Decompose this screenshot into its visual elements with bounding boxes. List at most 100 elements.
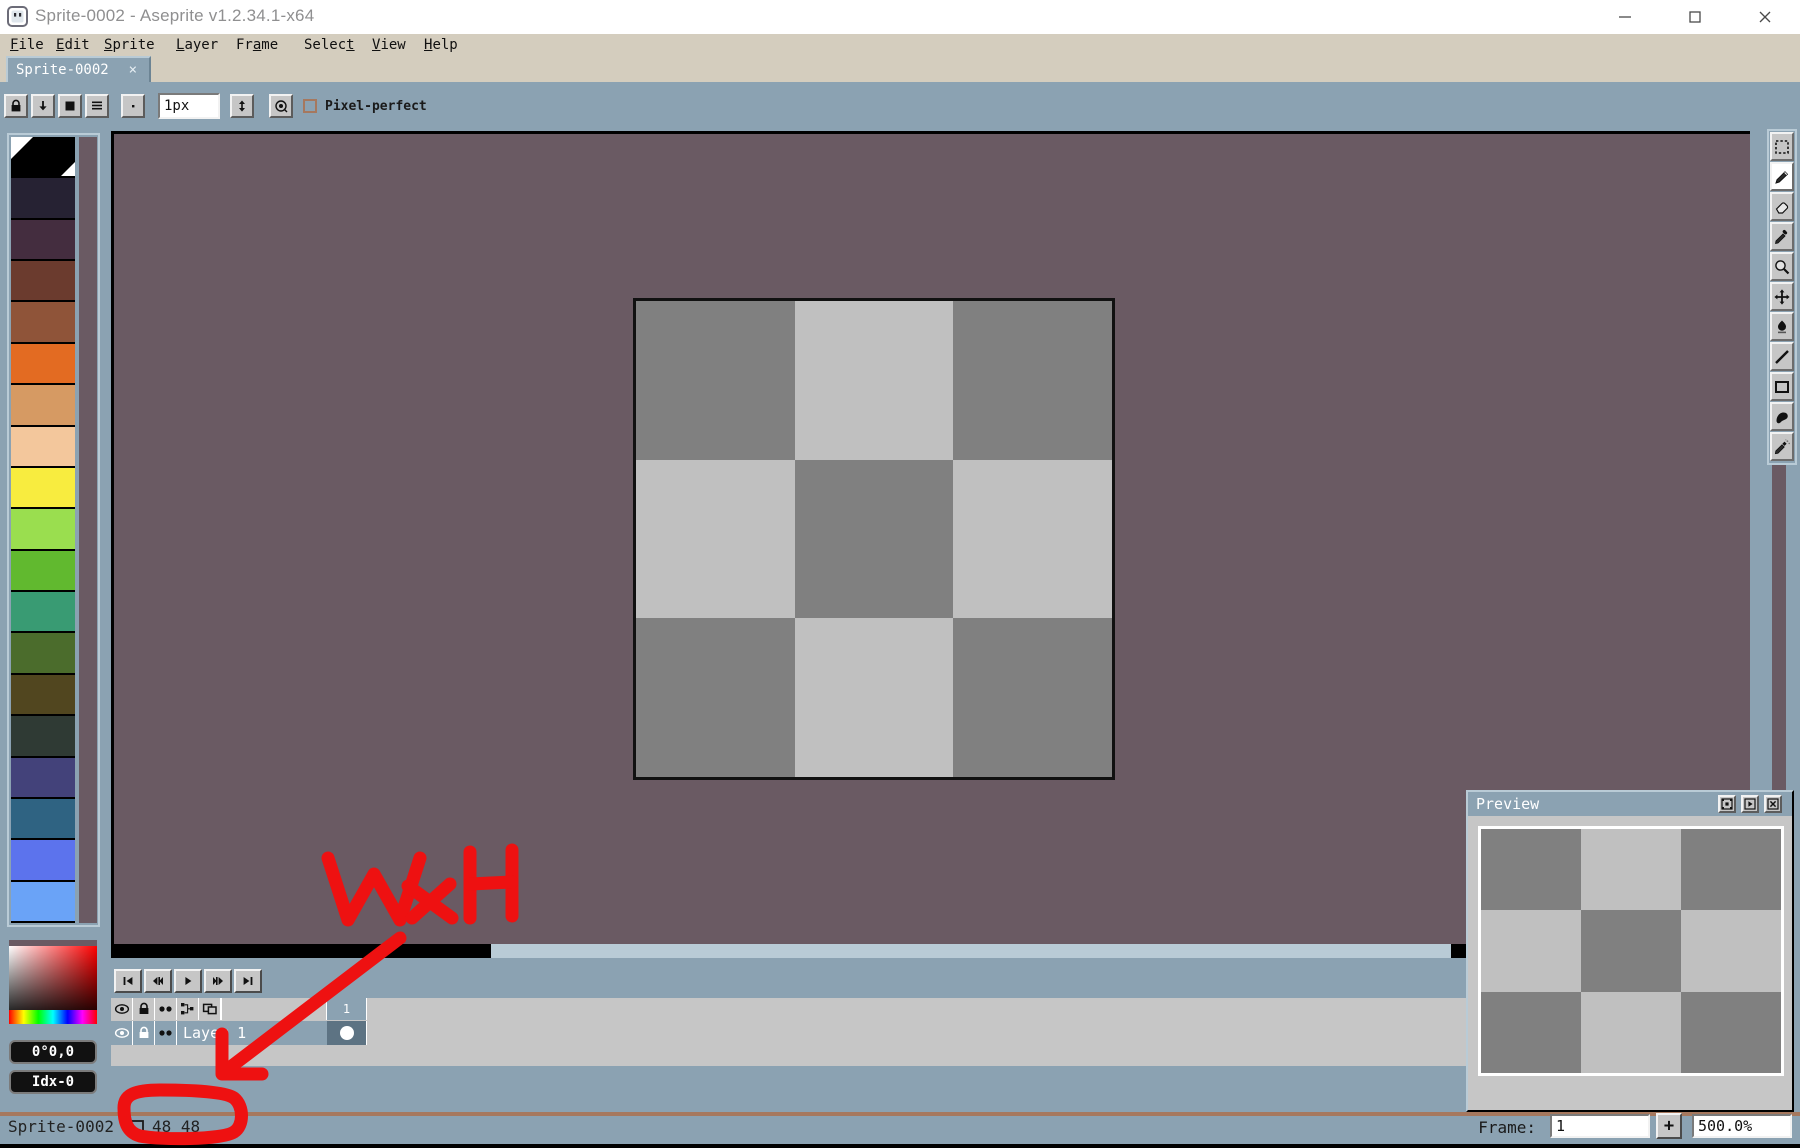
status-frame-label: Frame:: [1478, 1118, 1536, 1137]
pixel-perfect-label: Pixel-perfect: [325, 99, 427, 114]
palette-swatch[interactable]: [11, 178, 75, 220]
window-title-bar: Sprite-0002 - Aseprite v1.2.34.1-x64: [0, 0, 1800, 34]
contour-tool[interactable]: [1770, 402, 1794, 431]
zoom-tool[interactable]: [1770, 252, 1794, 281]
timeline-frame-header-1[interactable]: 1: [327, 998, 367, 1020]
eyedropper-tool[interactable]: [1770, 222, 1794, 251]
menu-edit[interactable]: Edit: [52, 36, 94, 54]
palette-swatch[interactable]: [11, 674, 75, 717]
preview-pixel-block: [1581, 991, 1681, 1073]
layer-continuous-icon[interactable]: [155, 1021, 177, 1045]
palette-swatch[interactable]: [11, 550, 75, 593]
sprite-pixel-block: [953, 459, 1112, 619]
layer-name-label[interactable]: Layer 1: [177, 1021, 317, 1045]
preview-play-button[interactable]: [1741, 795, 1759, 813]
close-button[interactable]: [1730, 0, 1800, 34]
ink-opaque-button[interactable]: [58, 94, 82, 118]
rectangular-marquee-tool[interactable]: [1770, 132, 1794, 161]
status-bar-accent-line: [0, 1112, 1800, 1116]
timeline-layer-row[interactable]: Layer 1: [111, 1021, 327, 1045]
palette-swatch[interactable]: [11, 840, 75, 882]
palette-swatch[interactable]: [11, 426, 75, 468]
sprite-pixel-block: [636, 301, 795, 460]
window-title: Sprite-0002 - Aseprite v1.2.34.1-x64: [35, 6, 315, 25]
continuous-icon[interactable]: [155, 998, 177, 1020]
palette-swatch[interactable]: [11, 716, 75, 758]
menu-layer[interactable]: Layer: [172, 36, 222, 54]
ink-options-button[interactable]: [85, 94, 109, 118]
palette-swatch[interactable]: [11, 757, 75, 799]
palette-swatch[interactable]: [11, 798, 75, 841]
eye-icon[interactable]: [111, 998, 133, 1020]
preview-pixel-block: [1681, 829, 1781, 911]
line-tool[interactable]: [1770, 342, 1794, 371]
palette-swatch[interactable]: [11, 343, 75, 386]
palette-swatch[interactable]: [11, 137, 75, 179]
move-tool[interactable]: [1770, 282, 1794, 311]
menu-help[interactable]: Help: [420, 36, 462, 54]
new-layer-icon[interactable]: [199, 998, 221, 1020]
minimize-button[interactable]: [1590, 0, 1660, 34]
palette-swatch[interactable]: [11, 302, 75, 344]
status-canvas-size: 48 48: [152, 1117, 201, 1136]
palette-scrollbar[interactable]: [79, 137, 97, 923]
sprite-canvas[interactable]: [633, 298, 1115, 780]
preview-pixel-block: [1481, 829, 1581, 911]
palette-swatch[interactable]: [11, 881, 75, 923]
preview-pixel-block: [1481, 991, 1581, 1073]
preview-panel[interactable]: Preview: [1466, 790, 1794, 1112]
preview-title-bar[interactable]: Preview: [1468, 792, 1792, 816]
palette-swatch[interactable]: [11, 261, 75, 303]
menu-frame[interactable]: Frame: [232, 36, 282, 54]
frame-number-input[interactable]: 1: [1550, 1114, 1650, 1138]
menu-view[interactable]: View: [368, 36, 410, 54]
preview-sprite-canvas[interactable]: [1478, 826, 1784, 1076]
lock-icon[interactable]: [133, 998, 155, 1020]
brush-size-input[interactable]: 1px: [158, 93, 220, 119]
go-last-frame-button[interactable]: [234, 969, 262, 993]
paint-bucket-tool[interactable]: [1770, 312, 1794, 341]
palette-swatch[interactable]: [11, 385, 75, 427]
zoom-level-input[interactable]: 500.0%: [1692, 1114, 1792, 1138]
palette-swatch[interactable]: [11, 219, 75, 262]
eraser-tool[interactable]: [1770, 192, 1794, 221]
menu-select[interactable]: Select: [300, 36, 359, 54]
ink-alpha-compositing-button[interactable]: [31, 94, 55, 118]
document-tab-sprite-0002[interactable]: Sprite-0002 ×: [6, 56, 151, 82]
layer-visibility-eye-icon[interactable]: [111, 1021, 133, 1045]
color-palette[interactable]: [7, 133, 100, 927]
palette-swatch-column[interactable]: [11, 137, 75, 923]
tools-bar: [1767, 129, 1797, 465]
canvas-horizontal-scrollbar-thumb[interactable]: [491, 944, 1451, 958]
palette-scrollbar-thumb[interactable]: [79, 137, 97, 587]
go-next-frame-button[interactable]: [204, 969, 232, 993]
maximize-button[interactable]: [1660, 0, 1730, 34]
menu-sprite[interactable]: Sprite: [100, 36, 159, 54]
go-previous-frame-button[interactable]: [144, 969, 172, 993]
bottom-edge: [0, 1144, 1800, 1148]
palette-swatch[interactable]: [11, 509, 75, 551]
pixel-perfect-checkbox[interactable]: [303, 99, 317, 113]
palette-swatch[interactable]: [11, 633, 75, 675]
layer-lock-icon[interactable]: [133, 1021, 155, 1045]
spray-tool[interactable]: [1770, 432, 1794, 461]
group-icon[interactable]: [177, 998, 199, 1020]
ink-lock-alpha-button[interactable]: [4, 94, 28, 118]
timeline-cel[interactable]: [327, 1021, 367, 1045]
add-frame-button[interactable]: +: [1656, 1113, 1682, 1139]
pencil-tool[interactable]: [1770, 162, 1794, 191]
tab-close-icon[interactable]: ×: [129, 62, 137, 78]
tab-label: Sprite-0002: [16, 62, 109, 78]
hue-slider[interactable]: [9, 1010, 97, 1024]
preview-fit-button[interactable]: [1718, 795, 1736, 813]
symmetry-icon[interactable]: [230, 94, 254, 118]
palette-swatch[interactable]: [11, 467, 75, 510]
dynamics-icon[interactable]: [269, 94, 293, 118]
brush-type-button[interactable]: [121, 94, 145, 118]
menu-file[interactable]: File: [6, 36, 48, 54]
rectangle-tool[interactable]: [1770, 372, 1794, 401]
preview-close-button[interactable]: [1764, 795, 1782, 813]
palette-swatch[interactable]: [11, 592, 75, 634]
play-animation-button[interactable]: [174, 969, 202, 993]
go-first-frame-button[interactable]: [114, 969, 142, 993]
